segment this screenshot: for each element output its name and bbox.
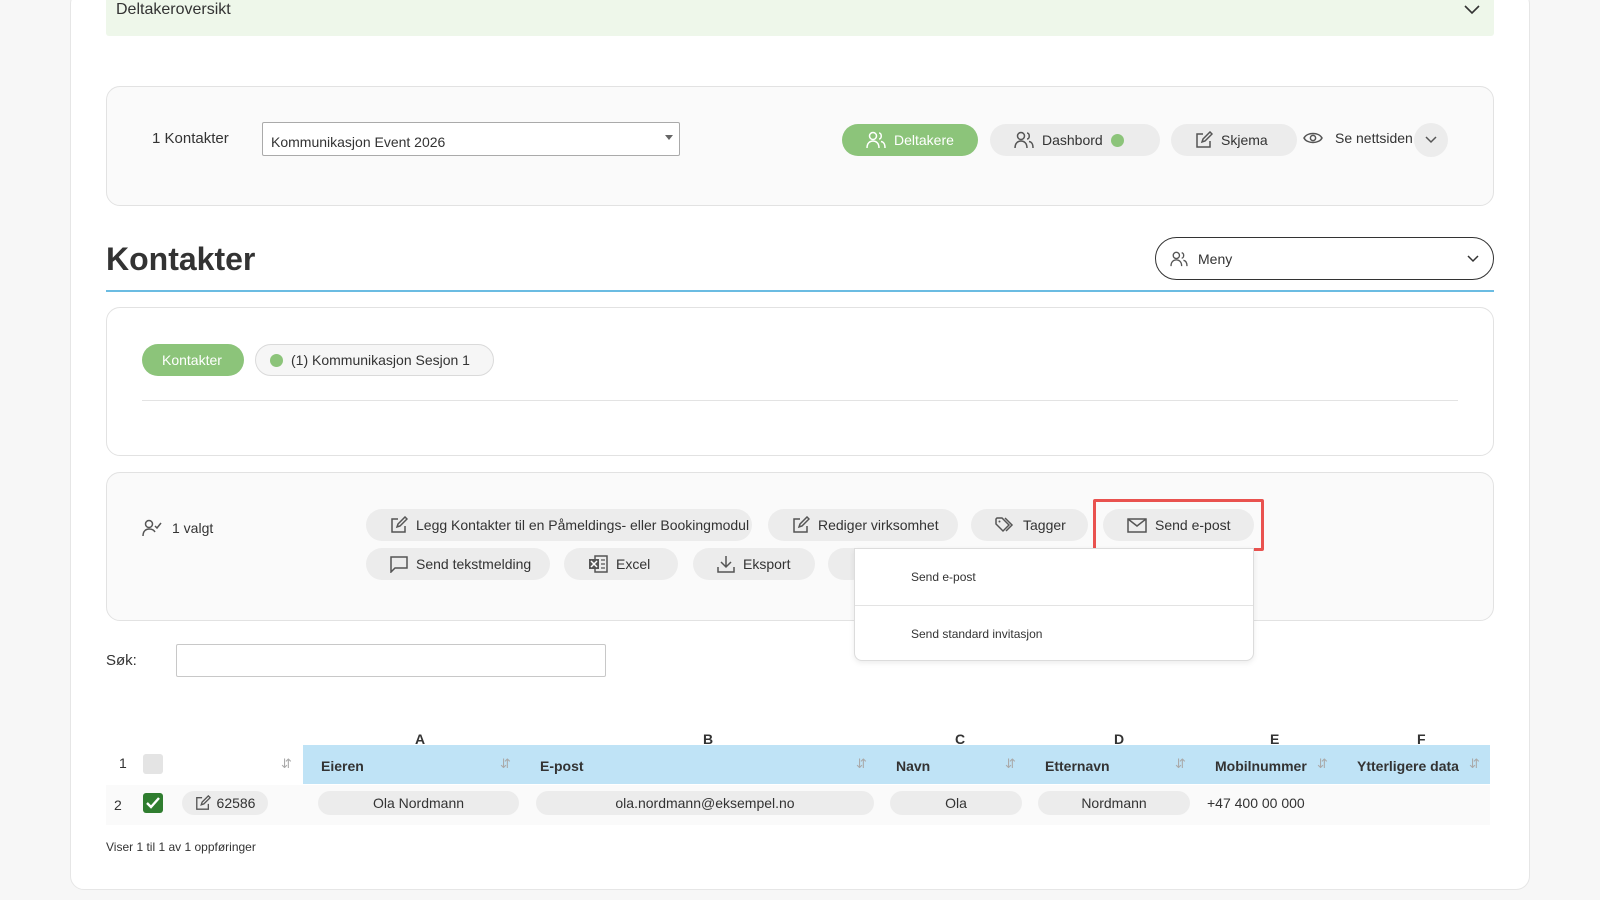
row-checkbox[interactable] — [143, 793, 163, 813]
dropdown-item-send-email[interactable]: Send e-post — [855, 549, 1253, 605]
row-number: 1 — [119, 755, 127, 771]
tags-icon — [995, 517, 1014, 533]
export-button[interactable]: Eksport — [693, 548, 815, 580]
chevron-down-icon — [1464, 5, 1480, 15]
excel-label: Excel — [616, 556, 651, 572]
eye-icon — [1303, 132, 1323, 144]
download-icon — [717, 556, 735, 573]
event-select[interactable]: Kommunikasjon Event 2026 — [262, 122, 680, 156]
deltakere-button[interactable]: Deltakere — [842, 124, 978, 156]
tab-session-label: (1) Kommunikasjon Sesjon 1 — [291, 352, 470, 368]
edit-icon — [793, 516, 810, 533]
cell-email[interactable]: ola.nordmann@eksempel.no — [536, 791, 874, 815]
sort-icon[interactable]: ⇵ — [1469, 756, 1480, 772]
participant-overview-accordion[interactable]: Deltakeroversikt — [106, 0, 1494, 36]
dashbord-label: Dashbord — [1042, 132, 1103, 148]
sort-icon[interactable]: ⇵ — [281, 756, 292, 772]
selection-count: 1 valgt — [142, 519, 213, 537]
users-icon — [1170, 251, 1188, 266]
send-sms-label: Send tekstmelding — [416, 556, 532, 572]
edit-contact-button[interactable]: 62586 — [182, 791, 268, 815]
table-info: Viser 1 til 1 av 1 oppføringer — [106, 840, 256, 854]
header-email[interactable]: E-post — [540, 758, 584, 774]
sort-icon[interactable]: ⇵ — [856, 756, 867, 772]
page-title: Kontakter — [106, 241, 256, 277]
contacts-count: 1 Kontakter — [152, 130, 229, 147]
sort-icon[interactable]: ⇵ — [1175, 756, 1186, 772]
send-sms-button[interactable]: Send tekstmelding — [366, 548, 550, 580]
event-select-value: Kommunikasjon Event 2026 — [271, 134, 446, 150]
excel-button[interactable]: Excel — [564, 548, 678, 580]
tab-kontakter-label: Kontakter — [162, 352, 222, 368]
list-tabs-panel — [106, 307, 1494, 456]
header-last-name[interactable]: Etternavn — [1045, 758, 1110, 774]
status-dot — [1110, 133, 1124, 147]
menu-dropdown[interactable]: Meny — [1155, 237, 1494, 280]
bulk-actions-panel — [106, 472, 1494, 621]
cell-owner[interactable]: Ola Nordmann — [318, 791, 519, 815]
sort-icon[interactable]: ⇵ — [500, 756, 511, 772]
sort-icon[interactable]: ⇵ — [1005, 756, 1016, 772]
chevron-down-icon — [1467, 254, 1479, 262]
tab-kontakter[interactable]: Kontakter — [142, 344, 244, 376]
header-owner[interactable]: Eieren — [321, 758, 364, 774]
header-extra-data[interactable]: Ytterligere data — [1357, 758, 1459, 774]
send-email-button[interactable]: Send e-post — [1103, 509, 1254, 541]
users-icon — [866, 131, 886, 149]
edit-icon — [1196, 131, 1213, 148]
checkmark-icon — [146, 797, 160, 809]
cell-mobile[interactable]: +47 400 00 000 — [1207, 795, 1305, 811]
dropdown-item-send-invitation[interactable]: Send standard invitasjon — [855, 605, 1253, 661]
cell-first-name[interactable]: Ola — [890, 791, 1022, 815]
contact-id: 62586 — [216, 795, 256, 811]
row-number: 2 — [114, 797, 122, 813]
edit-icon — [195, 795, 211, 810]
deltakere-label: Deltakere — [894, 132, 954, 148]
mail-icon — [1127, 517, 1147, 533]
excel-icon — [589, 555, 608, 573]
view-website-link[interactable]: Se nettsiden — [1303, 130, 1413, 146]
skjema-button[interactable]: Skjema — [1171, 124, 1297, 156]
users-icon — [1014, 131, 1034, 149]
search-label: Søk: — [106, 652, 137, 669]
status-dot — [270, 353, 283, 367]
chevron-down-icon — [1425, 136, 1437, 144]
export-label: Eksport — [743, 556, 791, 572]
edit-company-label: Rediger virksomhet — [818, 517, 939, 533]
tags-button[interactable]: Tagger — [971, 509, 1088, 541]
sort-icon[interactable]: ⇵ — [1317, 756, 1328, 772]
header-mobile[interactable]: Mobilnummer — [1215, 758, 1307, 774]
cell-last-name[interactable]: Nordmann — [1038, 791, 1190, 815]
message-icon — [390, 555, 408, 573]
dashbord-button[interactable]: Dashbord — [990, 124, 1160, 156]
view-website-label: Se nettsiden — [1335, 130, 1413, 146]
selection-count-label: 1 valgt — [172, 520, 214, 536]
title-divider — [106, 290, 1494, 292]
skjema-label: Skjema — [1221, 132, 1268, 148]
send-email-label: Send e-post — [1155, 517, 1231, 533]
header-first-name[interactable]: Navn — [896, 758, 930, 774]
add-to-module-button[interactable]: Legg Kontakter til en Påmeldings- eller … — [366, 509, 752, 541]
user-check-icon — [142, 519, 162, 537]
edit-company-button[interactable]: Rediger virksomhet — [768, 509, 958, 541]
tab-divider — [142, 400, 1458, 401]
menu-label: Meny — [1198, 250, 1233, 267]
tab-session[interactable]: (1) Kommunikasjon Sesjon 1 — [255, 344, 494, 376]
send-email-dropdown: Send e-post Send standard invitasjon — [854, 548, 1254, 661]
caret-down-icon — [665, 135, 673, 140]
tags-label: Tagger — [1023, 517, 1066, 533]
more-options-button[interactable] — [1414, 123, 1448, 157]
select-all-checkbox[interactable] — [143, 754, 163, 774]
edit-icon — [391, 516, 408, 533]
add-to-module-label: Legg Kontakter til en Påmeldings- eller … — [416, 517, 750, 533]
accordion-title: Deltakeroversikt — [116, 1, 231, 18]
search-input[interactable] — [176, 644, 606, 677]
